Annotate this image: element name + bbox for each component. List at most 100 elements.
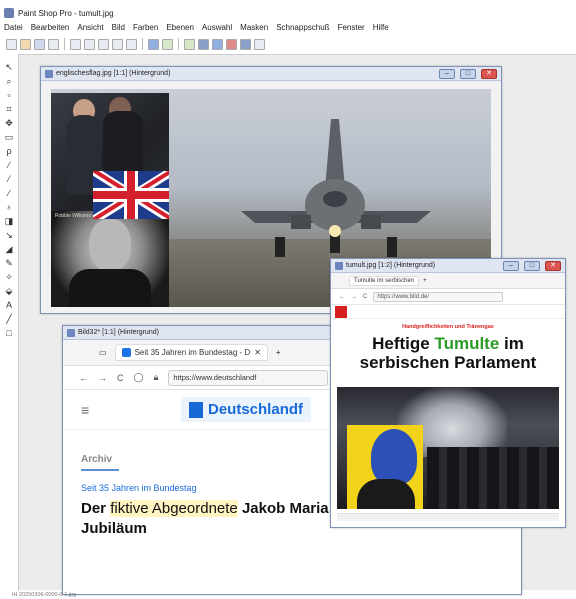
overview-icon[interactable]: [240, 38, 251, 50]
tab-list-icon[interactable]: ▭: [99, 348, 107, 357]
tumult-document-window[interactable]: tumult.jpg [1:2] (Hintergrund) – □ ✕ Tum…: [330, 258, 566, 528]
copy-icon[interactable]: [112, 38, 123, 50]
fill-tool-icon[interactable]: ⬙: [4, 286, 14, 296]
browser-tab-active[interactable]: Seit 35 Jahren im Bundestag - D ✕: [114, 344, 268, 361]
menu-auswahl[interactable]: Auswahl: [202, 23, 232, 32]
maximize-button[interactable]: □: [524, 260, 540, 271]
menubar: Datei Bearbeiten Ansicht Bild Farben Ebe…: [0, 21, 576, 34]
tumult-kicker: Handgreiflichkeiten und Tränengas: [402, 324, 494, 330]
bild-site-header: [331, 305, 565, 319]
close-button[interactable]: ✕: [545, 260, 561, 271]
airbrush-tool-icon[interactable]: ✧: [4, 272, 14, 282]
palette-icon[interactable]: [184, 38, 195, 50]
cut-icon[interactable]: [98, 38, 109, 50]
tool-palette: ↖ ⌕ ▫ ⌗ ✥ ▭ ρ ⁄ ⁄ ∕ ♁ ◨ ↘ ◢ ✎ ✧ ⬙ A ╱ □: [2, 56, 16, 346]
undo-icon[interactable]: [70, 38, 81, 50]
deformation-tool-icon[interactable]: ▫: [4, 90, 14, 100]
monitor-icon[interactable]: [148, 38, 159, 50]
save-icon[interactable]: [34, 38, 45, 50]
shield-icon[interactable]: ◯: [134, 372, 144, 383]
filename-caption: IH 20250306-0000-0-1.jpg: [12, 592, 77, 598]
menu-farben[interactable]: Farben: [133, 23, 158, 32]
magic-wand-tool-icon[interactable]: ⁄: [4, 160, 14, 170]
maximize-button[interactable]: □: [460, 68, 476, 79]
england-window-titlebar[interactable]: englischesflag.jpg [1:1] (Hintergrund) –…: [41, 67, 501, 81]
line-tool-icon[interactable]: ╱: [4, 314, 14, 324]
document-icon: [45, 69, 53, 78]
print-icon[interactable]: [48, 38, 59, 50]
new-file-icon[interactable]: [6, 38, 17, 50]
arrow-tool-icon[interactable]: ↖: [4, 62, 14, 72]
portrait-face: [89, 219, 131, 271]
tumult-window-title: tumult.jpg [1:2] (Hintergrund): [346, 262, 436, 269]
hamburger-menu-icon[interactable]: ≡: [81, 402, 181, 418]
picture-tube-tool-icon[interactable]: ✎: [4, 258, 14, 268]
tumult-address-row: ← → C https://www.bild.de/: [331, 289, 565, 305]
move-tool-icon[interactable]: ✥: [4, 118, 14, 128]
lock-icon[interactable]: 🔒︎: [154, 372, 159, 383]
histogram-icon[interactable]: [212, 38, 223, 50]
crop-tool-icon[interactable]: ⌗: [4, 104, 14, 114]
selection-tool-icon[interactable]: ▭: [4, 132, 14, 142]
minimize-button[interactable]: –: [439, 68, 455, 79]
retouch-tool-icon[interactable]: ↘: [4, 230, 14, 240]
menu-bild[interactable]: Bild: [112, 23, 125, 32]
tab-close-icon[interactable]: ✕: [254, 348, 261, 357]
tumult-window-titlebar[interactable]: tumult.jpg [1:2] (Hintergrund) – □ ✕: [331, 259, 565, 273]
address-bar[interactable]: https://www.deutschlandf: [168, 369, 329, 386]
fighter-jet-image: [241, 119, 431, 257]
text-tool-icon[interactable]: A: [4, 300, 14, 310]
menu-ansicht[interactable]: Ansicht: [77, 23, 103, 32]
menu-masken[interactable]: Masken: [240, 23, 268, 32]
address-bar[interactable]: https://www.bild.de/: [373, 291, 504, 302]
reload-icon[interactable]: C: [363, 294, 367, 300]
layers-icon[interactable]: [198, 38, 209, 50]
document-icon: [67, 328, 75, 337]
portrait-body: [357, 479, 415, 509]
forward-arrow-icon[interactable]: →: [98, 373, 107, 383]
clone-tool-icon[interactable]: ♁: [4, 202, 14, 212]
bild-logo[interactable]: [335, 305, 347, 318]
toolbar-separator: [64, 38, 65, 50]
new-tab-icon[interactable]: +: [423, 278, 427, 284]
zoom-tool-icon[interactable]: ⌕: [4, 76, 14, 86]
minimize-button[interactable]: –: [503, 260, 519, 271]
tumult-headline[interactable]: Heftige Tumulte im serbischen Parlament: [331, 334, 565, 372]
shape-tool-icon[interactable]: □: [4, 328, 14, 338]
forward-arrow-icon[interactable]: →: [351, 294, 357, 300]
redo-icon[interactable]: [84, 38, 95, 50]
help-pointer-icon[interactable]: [254, 38, 265, 50]
back-arrow-icon[interactable]: ←: [79, 373, 88, 383]
headline-highlight: fiktive Abgeordnete: [110, 500, 238, 517]
brand-name: Deutschlandf: [208, 401, 304, 418]
paste-icon[interactable]: [126, 38, 137, 50]
headline-pre: Heftige: [372, 334, 435, 353]
robbie-williams-photo: [51, 211, 169, 307]
menu-bearbeiten[interactable]: Bearbeiten: [31, 23, 70, 32]
paintbrush-tool-icon[interactable]: ∕: [4, 188, 14, 198]
brand-logo-icon: [189, 401, 203, 418]
dropper-tool-icon[interactable]: ⁄: [4, 174, 14, 184]
open-folder-icon[interactable]: [20, 38, 31, 50]
parliament-tumult-photo: [337, 387, 559, 509]
tumult-browser-tabstrip: Tumulte im serbischen +: [331, 273, 565, 289]
crowd: [427, 447, 559, 509]
color-icon[interactable]: [226, 38, 237, 50]
menu-schnappschuss[interactable]: Schnappschuß: [276, 23, 329, 32]
deutschlandfunk-logo[interactable]: Deutschlandf: [181, 397, 312, 422]
browser-tab-active[interactable]: Tumulte im serbischen: [349, 275, 420, 286]
horizontal-scrollbar[interactable]: [337, 513, 559, 521]
new-tab-icon[interactable]: +: [276, 348, 281, 357]
color-replacer-tool-icon[interactable]: ◨: [4, 216, 14, 226]
menu-ebenen[interactable]: Ebenen: [166, 23, 194, 32]
zoom-icon[interactable]: [162, 38, 173, 50]
lasso-tool-icon[interactable]: ρ: [4, 146, 14, 156]
menu-hilfe[interactable]: Hilfe: [373, 23, 389, 32]
menu-fenster[interactable]: Fenster: [338, 23, 365, 32]
reload-icon[interactable]: C: [117, 373, 124, 383]
back-arrow-icon[interactable]: ←: [339, 294, 345, 300]
close-button[interactable]: ✕: [481, 68, 497, 79]
eraser-tool-icon[interactable]: ◢: [4, 244, 14, 254]
article-kicker[interactable]: Archiv: [81, 454, 119, 471]
menu-datei[interactable]: Datei: [4, 23, 23, 32]
